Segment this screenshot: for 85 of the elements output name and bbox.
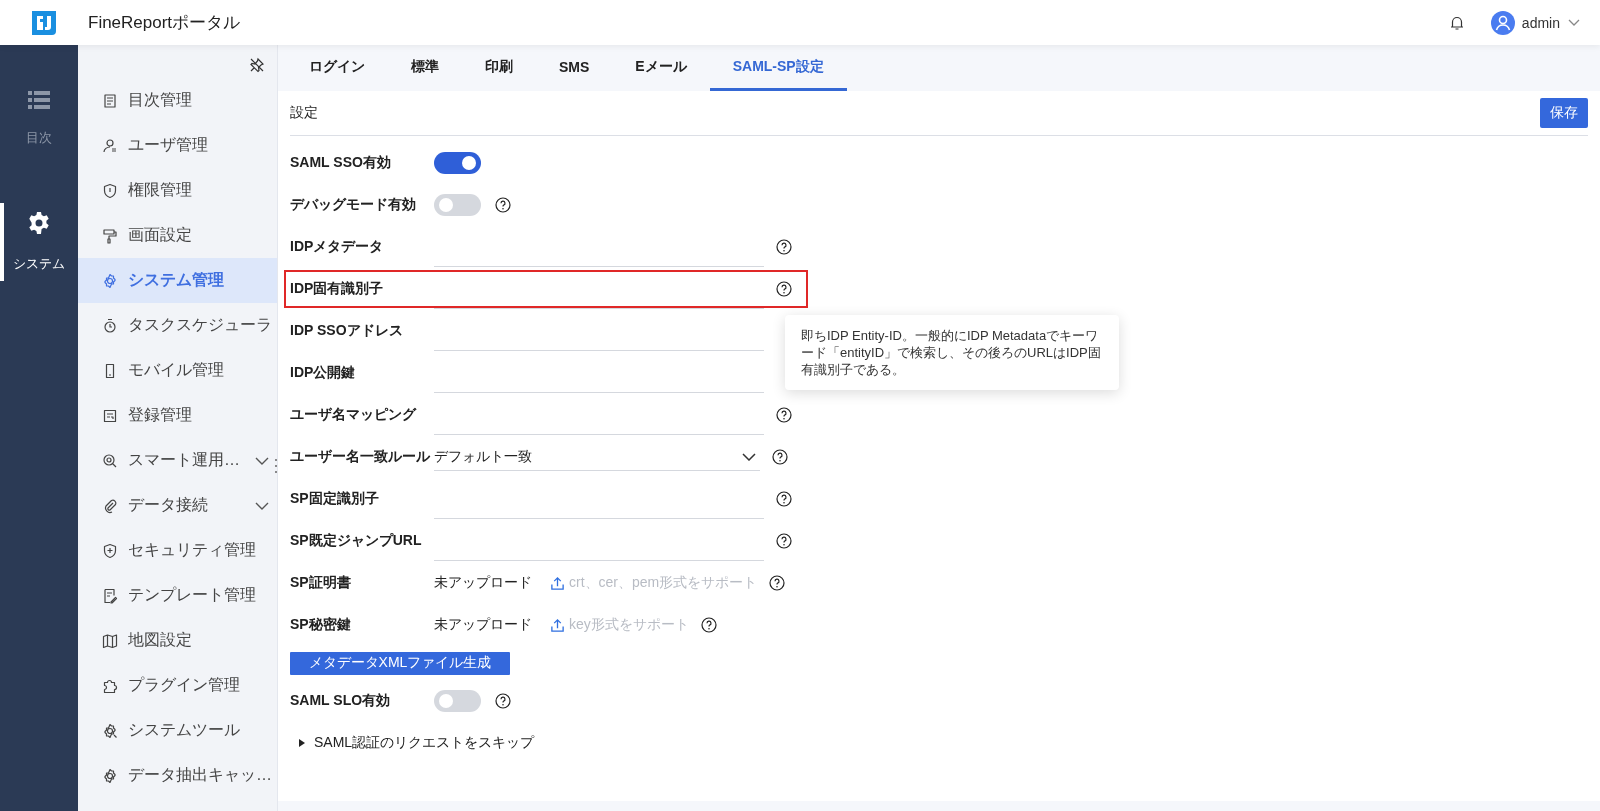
rail-item[interactable]: システム bbox=[0, 203, 74, 281]
notification-bell-icon[interactable] bbox=[1448, 14, 1465, 31]
map-icon bbox=[102, 632, 118, 649]
search-settings-icon bbox=[102, 452, 118, 469]
settings-tab[interactable]: Eメール bbox=[612, 45, 710, 91]
paperclip-icon bbox=[102, 497, 118, 514]
chevron-down-icon bbox=[742, 452, 756, 461]
save-button[interactable]: 保存 bbox=[1540, 98, 1588, 128]
user-icon bbox=[102, 137, 118, 154]
settings-tab[interactable]: SMS bbox=[536, 45, 613, 91]
list-icon bbox=[102, 92, 118, 109]
sidebar-item[interactable]: 地図設定 bbox=[78, 618, 277, 663]
section-title: 設定 bbox=[290, 104, 318, 122]
gear-icon bbox=[102, 272, 118, 289]
field-label: SP固定識別子 bbox=[290, 490, 380, 508]
settings-tab[interactable]: ログイン bbox=[286, 45, 388, 91]
list-icon bbox=[28, 91, 50, 109]
stopwatch-icon bbox=[102, 317, 118, 334]
help-icon[interactable] bbox=[495, 197, 511, 213]
sidebar-item[interactable]: システムツール bbox=[78, 708, 277, 753]
user-avatar-icon[interactable] bbox=[1490, 10, 1515, 35]
help-icon[interactable] bbox=[769, 575, 786, 591]
sidebar-item[interactable]: データ抽出キャッ… bbox=[78, 753, 277, 798]
sidebar-item[interactable]: セキュリティ管理 bbox=[78, 528, 277, 573]
sidebar-item[interactable]: プラグイン管理 bbox=[78, 663, 277, 708]
collapsible-label[interactable]: SAML認証のリクエストをスキップ bbox=[314, 734, 535, 752]
shield-icon bbox=[102, 182, 118, 199]
chevron-down-icon[interactable] bbox=[1568, 18, 1580, 27]
sidebar-item[interactable]: 目次管理 bbox=[78, 78, 277, 123]
field-label: SAML SSO有効 bbox=[290, 154, 392, 172]
paint-roller-icon bbox=[102, 227, 118, 244]
user-name[interactable]: admin bbox=[1521, 14, 1560, 31]
help-icon[interactable] bbox=[700, 617, 717, 633]
field-label: IDP SSOアドレス bbox=[290, 322, 404, 340]
upload-status: 未アップロード bbox=[434, 616, 533, 634]
shield-plus-icon bbox=[102, 542, 118, 559]
help-icon[interactable] bbox=[776, 407, 792, 423]
form-icon bbox=[102, 407, 118, 424]
logo-icon bbox=[30, 8, 58, 37]
field-label: SP秘密鍵 bbox=[290, 616, 352, 634]
sidebar-item[interactable]: 権限管理 bbox=[78, 168, 277, 213]
sidebar-item[interactable]: ユーザ管理 bbox=[78, 123, 277, 168]
settings-tab[interactable]: 印刷 bbox=[462, 45, 536, 91]
toggle-switch[interactable] bbox=[434, 690, 481, 712]
sidebar-item[interactable]: スマート運用… bbox=[78, 438, 277, 483]
field-label: SP証明書 bbox=[290, 574, 352, 592]
gear-icon bbox=[102, 767, 118, 784]
field-label: ユーザー名一致ルール bbox=[290, 448, 431, 466]
pin-icon[interactable] bbox=[249, 57, 265, 73]
sidebar-item[interactable]: テンプレート管理 bbox=[78, 573, 277, 618]
toggle-switch[interactable] bbox=[434, 152, 481, 174]
settings-tab[interactable]: 標準 bbox=[388, 45, 462, 91]
tooltip: 即ちIDP Entity-ID。一般的にIDP Metadataでキーワード「entityID」で検索し、その後ろのURLはIDP固有識別子である。 bbox=[785, 315, 1119, 390]
upload-icon[interactable] bbox=[550, 617, 565, 633]
upload-icon[interactable] bbox=[550, 575, 565, 591]
upload-status: 未アップロード bbox=[434, 574, 533, 592]
document-edit-icon bbox=[102, 587, 118, 604]
puzzle-icon bbox=[102, 677, 118, 694]
help-icon[interactable] bbox=[495, 693, 511, 709]
generate-button[interactable]: メタデータXMLファイル生成 bbox=[290, 651, 510, 675]
expand-triangle-icon[interactable] bbox=[298, 739, 306, 747]
help-icon[interactable] bbox=[776, 281, 792, 297]
sidebar-item[interactable]: タスクスケジューラ bbox=[78, 303, 277, 348]
sidebar-item[interactable]: データ接続 bbox=[78, 483, 277, 528]
gear-icon bbox=[27, 211, 51, 235]
field-label: ユーザ名マッピング bbox=[290, 406, 418, 424]
rail-item[interactable]: 目次 bbox=[0, 83, 74, 155]
gear-wrench-icon bbox=[102, 722, 118, 739]
help-icon[interactable] bbox=[776, 239, 792, 255]
field-label: IDPメタデータ bbox=[290, 238, 385, 256]
sidebar-item[interactable]: 登録管理 bbox=[78, 393, 277, 438]
field-label: IDP固有識別子 bbox=[290, 280, 385, 298]
field-label: SAML SLO有効 bbox=[290, 692, 392, 710]
help-icon[interactable] bbox=[776, 533, 792, 549]
help-icon[interactable] bbox=[776, 491, 792, 507]
toggle-switch[interactable] bbox=[434, 194, 481, 216]
sidebar-item[interactable]: 画面設定 bbox=[78, 213, 277, 258]
help-icon[interactable] bbox=[772, 449, 788, 465]
dropdown[interactable]: デフォルト一致 bbox=[434, 443, 760, 471]
sidebar-item[interactable]: モバイル管理 bbox=[78, 348, 277, 393]
field-label: デバッグモード有効 bbox=[290, 196, 417, 214]
sidebar-item[interactable]: システム管理 bbox=[78, 258, 277, 303]
field-label: IDP公開鍵 bbox=[290, 364, 357, 382]
app-title: FineReportポータル bbox=[88, 12, 241, 34]
field-label: SP既定ジャンプURL bbox=[290, 532, 423, 550]
